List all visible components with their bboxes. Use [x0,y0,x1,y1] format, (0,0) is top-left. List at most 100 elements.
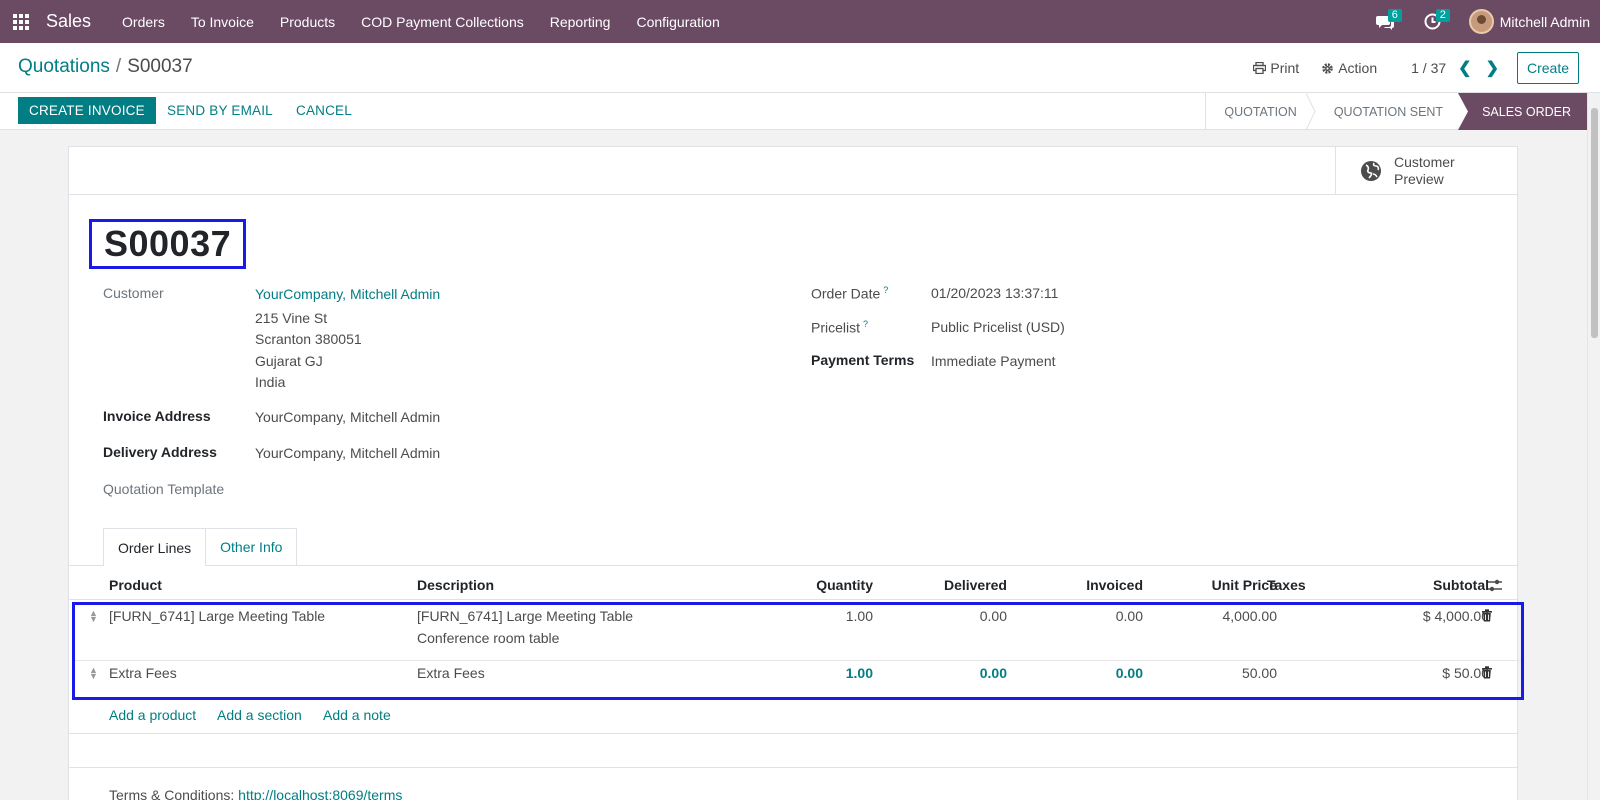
col-description[interactable]: Description [417,577,494,593]
notebook-tabs: Order Lines Other Info [103,528,298,566]
order-name: S00037 [104,223,232,264]
form-sheet: Customer Preview S00037 Customer YourCom… [68,146,1524,800]
row-description[interactable]: Extra Fees [417,665,485,681]
create-button[interactable]: Create [1516,52,1579,84]
add-section-link[interactable]: Add a section [217,707,302,723]
payment-terms-field[interactable]: Immediate Payment [931,353,1056,369]
col-taxes[interactable]: Taxes [1267,577,1306,593]
action-button[interactable]: Action [1321,60,1377,76]
breadcrumb-separator: / [115,56,122,77]
pager-previous-icon[interactable]: ❮ [1458,58,1471,78]
row-subtotal: $ 4,000.00 [1422,608,1489,624]
col-quantity[interactable]: Quantity [773,577,873,593]
row-drag-handle-icon[interactable]: ▲ ▼ [89,666,98,681]
tab-divider [69,565,1517,566]
invoice-address-field[interactable]: YourCompany, Mitchell Admin [255,409,440,425]
trash-icon[interactable] [1481,666,1493,679]
optional-columns-icon[interactable] [1487,578,1503,594]
customer-preview-button[interactable]: Customer Preview [1335,147,1517,194]
table-header-divider [69,599,1517,600]
create-invoice-button[interactable]: CREATE INVOICE [18,97,156,124]
breadcrumb: Quotations / S00037 [18,56,193,78]
terms-label: Terms & Conditions: [109,787,235,800]
print-icon [1253,62,1267,74]
stage-pipeline: QUOTATION QUOTATION SENT SALES ORDER [1205,93,1587,130]
pricelist-field[interactable]: Public Pricelist (USD) [931,319,1065,335]
order-date-label: Order Date? [811,285,888,302]
section-divider [69,767,1517,768]
trash-icon[interactable] [1481,609,1493,622]
row-description-line-2[interactable]: Conference room table [417,630,559,646]
terms-link[interactable]: http://localhost:8069/terms [238,787,402,800]
delivery-address-label: Delivery Address [103,444,217,460]
send-by-email-button[interactable]: SEND BY EMAIL [167,97,273,124]
page-scrollbar[interactable] [1587,93,1600,800]
cancel-button[interactable]: CANCEL [296,97,352,124]
apps-menu-icon[interactable] [0,0,42,43]
activities-button[interactable]: 2 [1412,0,1453,43]
user-menu[interactable]: Mitchell Admin [1457,0,1600,43]
stage-sales-order-label: SALES ORDER [1482,104,1571,119]
col-subtotal[interactable]: Subtotal [1389,577,1489,593]
menu-configuration[interactable]: Configuration [623,0,732,43]
row-invoiced[interactable]: 0.00 [1043,665,1143,681]
tab-other-info[interactable]: Other Info [205,528,298,565]
address-line-1: 215 Vine St [255,310,328,326]
row-unit-price[interactable]: 4,000.00 [1177,608,1278,624]
row-invoiced[interactable]: 0.00 [1043,608,1143,624]
customer-field[interactable]: YourCompany, Mitchell Admin [255,286,440,302]
row-product[interactable]: Extra Fees [109,665,177,681]
row-quantity[interactable]: 1.00 [773,665,873,681]
control-panel: Quotations / S00037 Print Action 1 / 37 ❮ … [0,43,1600,93]
print-button[interactable]: Print [1253,60,1299,76]
delivery-address-field[interactable]: YourCompany, Mitchell Admin [255,445,440,461]
app-name[interactable]: Sales [42,11,95,32]
customer-preview-label-1: Customer [1394,153,1455,170]
messages-count-badge: 6 [1387,9,1402,22]
order-date-help-icon[interactable]: ? [883,285,888,295]
address-line-2: Scranton 380051 [255,331,362,347]
col-unit-price[interactable]: Unit Price [1177,577,1277,593]
stage-quotation-sent[interactable]: QUOTATION SENT [1316,93,1458,130]
menu-orders[interactable]: Orders [109,0,178,43]
menu-reporting[interactable]: Reporting [537,0,624,43]
scrollbar-thumb[interactable] [1591,108,1598,338]
invoice-address-label: Invoice Address [103,408,211,424]
menu-products[interactable]: Products [267,0,348,43]
order-date-field[interactable]: 01/20/2023 13:37:11 [931,285,1058,301]
status-bar: CREATE INVOICE SEND BY EMAIL CANCEL QUOT… [0,93,1587,130]
row-unit-price[interactable]: 50.00 [1177,665,1277,681]
stage-quotation[interactable]: QUOTATION [1206,93,1311,130]
menu-to-invoice[interactable]: To Invoice [178,0,267,43]
col-delivered[interactable]: Delivered [907,577,1007,593]
print-label: Print [1270,60,1300,76]
col-invoiced[interactable]: Invoiced [1043,577,1143,593]
order-name-highlight: S00037 [89,219,247,269]
button-box: Customer Preview [69,147,1517,195]
pricelist-help-icon[interactable]: ? [863,319,868,329]
row-description[interactable]: [FURN_6741] Large Meeting Table [417,608,633,624]
activities-count-badge: 2 [1435,9,1450,22]
messages-button[interactable]: 6 [1364,0,1406,43]
table-footer-divider [69,733,1517,734]
gear-icon [1322,62,1333,74]
terms-and-conditions: Terms & Conditions: http://localhost:806… [109,787,402,800]
customer-preview-label-2: Preview [1394,170,1444,187]
row-delivered[interactable]: 0.00 [907,665,1007,681]
row-delivered[interactable]: 0.00 [907,608,1007,624]
action-label: Action [1338,60,1378,76]
add-product-link[interactable]: Add a product [109,707,196,723]
add-note-link[interactable]: Add a note [323,707,391,723]
pager-value[interactable]: 1 / 37 [1411,60,1446,76]
col-product[interactable]: Product [109,577,162,593]
breadcrumb-quotations[interactable]: Quotations [18,56,110,77]
menu-cod-payment-collections[interactable]: COD Payment Collections [348,0,537,43]
row-drag-handle-icon[interactable]: ▲ ▼ [89,609,98,624]
stage-sales-order[interactable]: SALES ORDER [1458,93,1587,130]
stage-quotation-sent-label: QUOTATION SENT [1333,104,1444,119]
customer-label: Customer [103,285,164,301]
tab-order-lines[interactable]: Order Lines [103,528,207,566]
row-product[interactable]: [FURN_6741] Large Meeting Table [109,608,325,624]
pager-next-icon[interactable]: ❯ [1486,58,1499,78]
row-quantity[interactable]: 1.00 [773,608,873,624]
